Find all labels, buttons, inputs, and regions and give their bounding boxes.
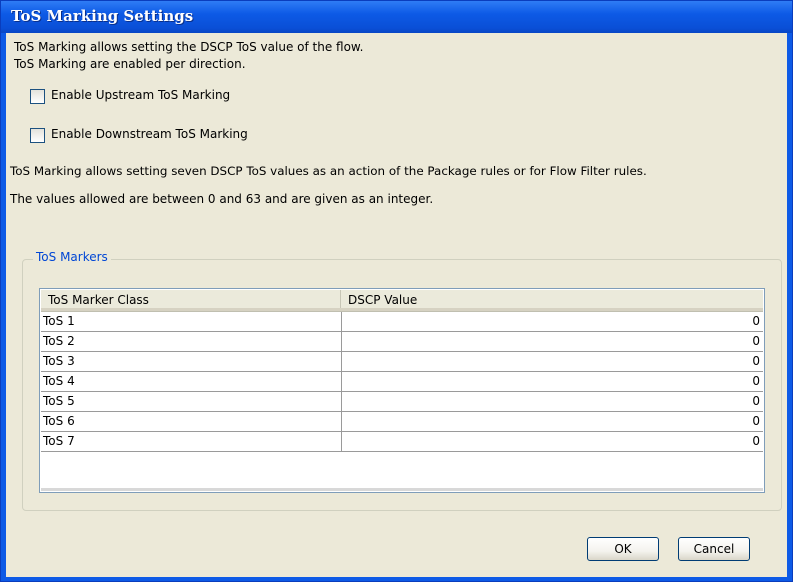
dscp-value-cell[interactable]: 0 [342, 352, 763, 371]
title-bar[interactable]: ToS Marking Settings [1, 1, 792, 33]
dialog-title: ToS Marking Settings [11, 7, 194, 25]
tos-marking-dialog: ToS Marking Settings ToS Marking allows … [0, 0, 793, 582]
description-line-1: ToS Marking allows setting seven DSCP To… [10, 164, 647, 178]
cancel-button[interactable]: Cancel [678, 537, 750, 561]
marker-class-cell: ToS 4 [41, 372, 342, 391]
downstream-checkbox-label[interactable]: Enable Downstream ToS Marking [51, 127, 248, 141]
intro-line-2: ToS Marking are enabled per direction. [14, 57, 246, 71]
table-bottom-edge [41, 488, 763, 491]
table-row[interactable]: ToS 2 0 [41, 332, 763, 352]
dscp-value-cell[interactable]: 0 [342, 432, 763, 451]
upstream-checkbox-label[interactable]: Enable Upstream ToS Marking [51, 88, 230, 102]
table-header: ToS Marker Class DSCP Value [41, 290, 763, 312]
table-row[interactable]: ToS 6 0 [41, 412, 763, 432]
table-row[interactable]: ToS 4 0 [41, 372, 763, 392]
marker-class-cell: ToS 7 [41, 432, 342, 451]
dialog-body: ToS Marking allows setting the DSCP ToS … [6, 33, 787, 577]
tos-markers-group-label: ToS Markers [33, 250, 111, 264]
downstream-checkbox[interactable] [30, 128, 45, 143]
dscp-value-cell[interactable]: 0 [342, 332, 763, 351]
dscp-value-cell[interactable]: 0 [342, 392, 763, 411]
tos-markers-table: ToS Marker Class DSCP Value ToS 1 0 ToS … [39, 288, 765, 493]
table-row[interactable]: ToS 3 0 [41, 352, 763, 372]
header-shade [41, 308, 763, 311]
dscp-value-cell[interactable]: 0 [342, 372, 763, 391]
marker-class-cell: ToS 2 [41, 332, 342, 351]
marker-class-cell: ToS 5 [41, 392, 342, 411]
marker-class-cell: ToS 1 [41, 312, 342, 331]
upstream-checkbox[interactable] [30, 89, 45, 104]
table-row[interactable]: ToS 5 0 [41, 392, 763, 412]
ok-button[interactable]: OK [587, 537, 659, 561]
intro-line-1: ToS Marking allows setting the DSCP ToS … [14, 40, 364, 54]
dscp-value-cell[interactable]: 0 [342, 312, 763, 331]
marker-class-cell: ToS 6 [41, 412, 342, 431]
table-row[interactable]: ToS 7 0 [41, 432, 763, 452]
description-line-2: The values allowed are between 0 and 63 … [10, 192, 434, 206]
dscp-value-cell[interactable]: 0 [342, 412, 763, 431]
table-row[interactable]: ToS 1 0 [41, 312, 763, 332]
marker-class-cell: ToS 3 [41, 352, 342, 371]
